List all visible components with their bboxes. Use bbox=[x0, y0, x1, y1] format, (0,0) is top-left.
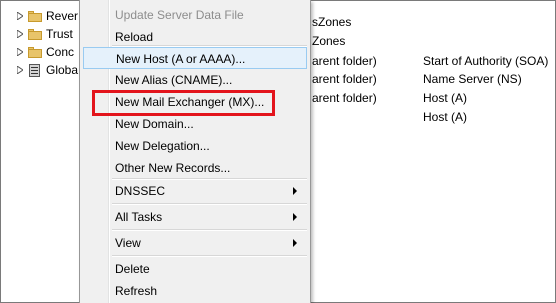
zone-name-fragment: sZones bbox=[312, 15, 352, 29]
records-list: sZones Zones arent folder) Start of Auth… bbox=[300, 0, 556, 303]
menu-item-other-new-records[interactable]: Other New Records... bbox=[83, 157, 307, 179]
tree-item-label: Conc bbox=[46, 45, 75, 59]
annotation-highlight-box bbox=[92, 90, 275, 116]
record-type[interactable]: Host (A) bbox=[423, 110, 467, 124]
menu-item-label: Reload bbox=[115, 30, 154, 44]
menu-item-label: Delete bbox=[115, 262, 150, 276]
menu-item-new-delegation[interactable]: New Delegation... bbox=[83, 135, 307, 157]
record-type[interactable]: Start of Authority (SOA) bbox=[423, 54, 548, 68]
folder-icon bbox=[28, 28, 42, 40]
menu-item-label: Update Server Data File bbox=[115, 8, 244, 22]
submenu-arrow-icon bbox=[293, 213, 297, 221]
menu-item-label: New Host (A or AAAA)... bbox=[116, 52, 246, 66]
menu-item-label: New Domain... bbox=[115, 117, 194, 131]
menu-separator bbox=[112, 203, 307, 205]
menu-item-label: New Alias (CNAME)... bbox=[115, 73, 233, 87]
tree-item-label: Trust bbox=[46, 27, 73, 41]
record-type[interactable]: Name Server (NS) bbox=[423, 72, 522, 86]
menu-item-new-domain[interactable]: New Domain... bbox=[83, 113, 307, 135]
menu-item-dnssec[interactable]: DNSSEC bbox=[83, 180, 307, 202]
record-name[interactable]: arent folder) bbox=[312, 72, 377, 86]
submenu-arrow-icon bbox=[293, 239, 297, 247]
menu-item-label: New Delegation... bbox=[115, 139, 210, 153]
record-name[interactable]: arent folder) bbox=[312, 91, 377, 105]
tree-item-label: Globa bbox=[46, 63, 79, 77]
menu-item-new-alias[interactable]: New Alias (CNAME)... bbox=[83, 69, 307, 91]
tree-item-global-logs[interactable]: Globa bbox=[16, 61, 86, 79]
menu-item-label: Refresh bbox=[115, 284, 158, 298]
menu-item-label: Other New Records... bbox=[115, 161, 231, 175]
expand-arrow-icon[interactable] bbox=[16, 66, 24, 74]
record-name[interactable]: arent folder) bbox=[312, 54, 377, 68]
menu-separator bbox=[112, 255, 307, 257]
menu-item-new-host[interactable]: New Host (A or AAAA)... bbox=[83, 47, 307, 69]
tree-item-label: Rever bbox=[46, 9, 79, 23]
tree-item-reverse-lookup[interactable]: Rever bbox=[16, 7, 86, 25]
console-tree: Rever Trust Conc Globa bbox=[0, 0, 80, 303]
server-icon bbox=[28, 63, 42, 77]
folder-icon bbox=[28, 10, 42, 22]
folder-icon bbox=[28, 46, 42, 58]
context-menu: Update Server Data File Reload New Host … bbox=[79, 0, 311, 303]
menu-item-label: View bbox=[115, 236, 141, 250]
menu-separator bbox=[112, 229, 307, 231]
menu-item-label: DNSSEC bbox=[115, 184, 166, 198]
zone-name-fragment: Zones bbox=[312, 34, 346, 48]
menu-item-update-server-data-file[interactable]: Update Server Data File bbox=[83, 4, 307, 26]
record-type[interactable]: Host (A) bbox=[423, 91, 467, 105]
menu-item-view[interactable]: View bbox=[83, 232, 307, 254]
tree-item-trust-points[interactable]: Trust bbox=[16, 25, 86, 43]
expand-arrow-icon[interactable] bbox=[16, 30, 24, 38]
tree-item-conditional-forwarders[interactable]: Conc bbox=[16, 43, 86, 61]
submenu-arrow-icon bbox=[293, 187, 297, 195]
expand-arrow-icon[interactable] bbox=[16, 12, 24, 20]
menu-item-delete[interactable]: Delete bbox=[83, 258, 307, 280]
expand-arrow-icon[interactable] bbox=[16, 48, 24, 56]
menu-item-all-tasks[interactable]: All Tasks bbox=[83, 206, 307, 228]
menu-item-refresh[interactable]: Refresh bbox=[83, 280, 307, 302]
menu-item-label: All Tasks bbox=[115, 210, 163, 224]
